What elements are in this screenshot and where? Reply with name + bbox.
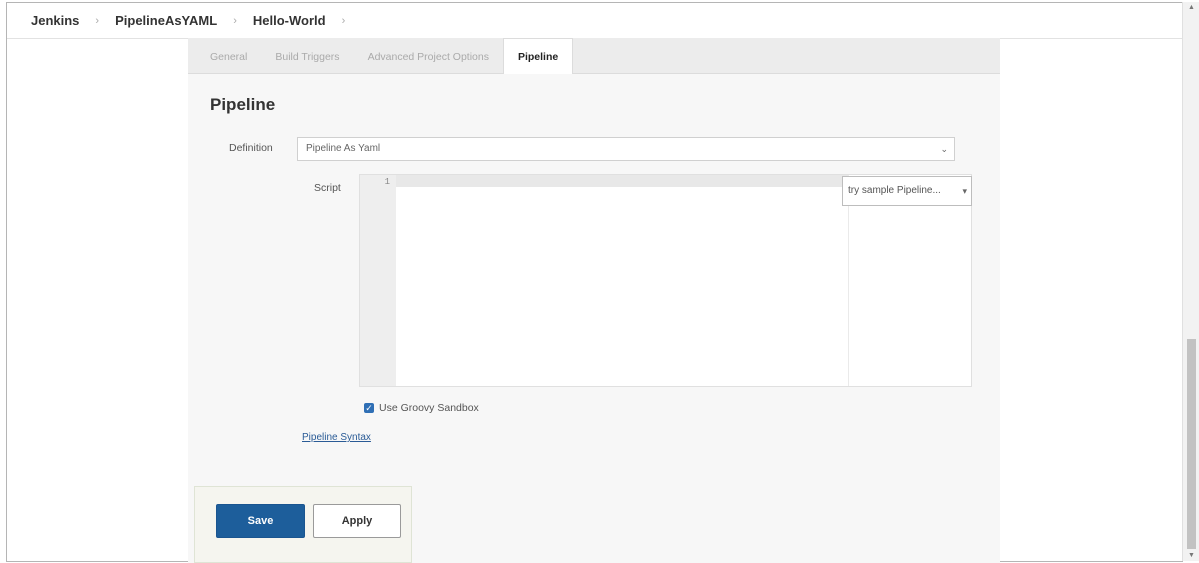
script-label: Script (314, 182, 341, 194)
editor-active-line (396, 175, 848, 187)
config-tabs: General Build Triggers Advanced Project … (188, 38, 1000, 74)
definition-select[interactable]: Pipeline As Yaml ⌄ (297, 137, 955, 161)
tab-general[interactable]: General (196, 39, 261, 73)
tab-build-triggers[interactable]: Build Triggers (261, 39, 353, 73)
chevron-down-icon: ▾ (962, 186, 967, 196)
groovy-sandbox-checkbox[interactable]: ✓ (364, 403, 374, 413)
scroll-thumb[interactable] (1187, 339, 1196, 549)
breadcrumb: Jenkins › PipelineAsYAML › Hello-World › (7, 3, 1183, 39)
scroll-up-icon[interactable]: ▲ (1183, 4, 1199, 11)
breadcrumb-separator-icon[interactable]: › (233, 15, 237, 27)
pipeline-syntax-link[interactable]: Pipeline Syntax (302, 432, 371, 443)
vertical-scrollbar[interactable]: ▲ ▼ (1182, 2, 1199, 561)
editor-print-margin (848, 175, 849, 386)
breadcrumb-item-hello-world[interactable]: Hello-World (253, 13, 326, 28)
groovy-sandbox-option: ✓ Use Groovy Sandbox (364, 402, 479, 414)
tab-advanced-project-options[interactable]: Advanced Project Options (354, 39, 503, 73)
apply-button[interactable]: Apply (313, 504, 401, 538)
scroll-down-icon[interactable]: ▼ (1183, 552, 1199, 559)
config-panel: General Build Triggers Advanced Project … (188, 38, 1000, 563)
sample-pipeline-select-value: try sample Pipeline... (848, 185, 941, 196)
breadcrumb-separator-icon[interactable]: › (95, 15, 99, 27)
save-button[interactable]: Save (216, 504, 305, 538)
button-bar: Save Apply (194, 486, 412, 563)
line-number: 1 (384, 177, 390, 187)
breadcrumb-item-pipelineasyaml[interactable]: PipelineAsYAML (115, 13, 217, 28)
definition-select-value: Pipeline As Yaml (306, 143, 381, 154)
breadcrumb-separator-icon[interactable]: › (342, 15, 346, 27)
breadcrumb-item-jenkins[interactable]: Jenkins (31, 13, 79, 28)
groovy-sandbox-label[interactable]: Use Groovy Sandbox (379, 402, 479, 414)
editor-gutter: 1 (360, 175, 396, 386)
chevron-down-icon: ⌄ (940, 144, 948, 154)
tab-pipeline[interactable]: Pipeline (502, 38, 574, 74)
section-title: Pipeline (210, 95, 276, 114)
sample-pipeline-select[interactable]: try sample Pipeline... ▾ (842, 176, 972, 206)
definition-label: Definition (229, 142, 273, 154)
